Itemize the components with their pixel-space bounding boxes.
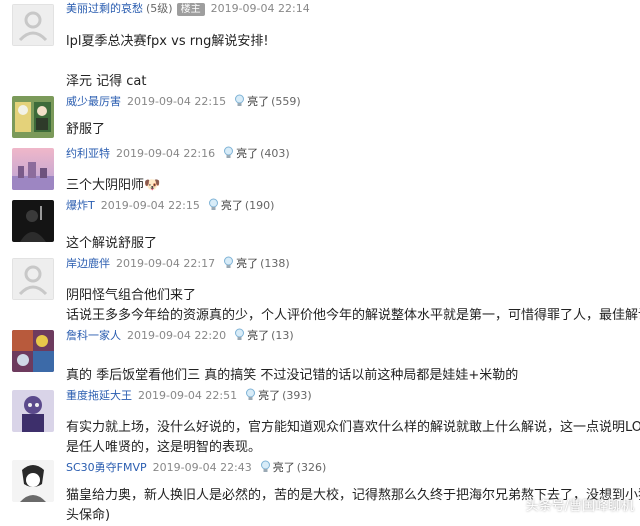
username[interactable]: 岸边鹿伴 xyxy=(66,257,110,270)
post-content: 真的 季后饭堂看他们三 真的搞笑 不过没记错的话以前这种局都是娃娃+米勒的 xyxy=(66,366,518,386)
lightbulb-icon xyxy=(208,198,219,215)
like-button[interactable]: 亮了 (190) xyxy=(208,198,275,215)
op-badge: 楼主 xyxy=(176,3,205,16)
content-line: lpl夏季总决赛fpx vs rng解说安排! xyxy=(66,34,269,49)
content-line: 是任人唯贤的，这是明智的表现。 xyxy=(66,440,262,455)
username[interactable]: 威少最厉害 xyxy=(66,95,121,108)
avatar-dark[interactable] xyxy=(12,200,54,242)
lightbulb-icon xyxy=(260,460,271,477)
like-label: 亮了 xyxy=(220,199,243,212)
post-content: 这个解说舒服了 xyxy=(66,234,157,254)
content-line: 有实力就上场，没什么好说的，官方能知道观众们喜欢什么样的解说就敢上什么解说，这一… xyxy=(66,420,640,435)
content-line: 这个解说舒服了 xyxy=(66,236,158,251)
content-line: 舒服了 xyxy=(66,122,106,137)
post-2: 约利亚特 2019-09-04 22:16 亮了 (403) 三个大阴阳师🐶 xyxy=(0,144,640,196)
user-level: (5级) xyxy=(146,2,173,15)
like-count: (559) xyxy=(271,95,301,108)
post-time: 2019-09-04 22:15 xyxy=(100,199,200,212)
like-button[interactable]: 亮了 (403) xyxy=(223,146,290,163)
like-label: 亮了 xyxy=(247,329,270,342)
lightbulb-icon xyxy=(234,94,245,111)
like-count: (190) xyxy=(244,199,275,212)
like-label: 亮了 xyxy=(247,95,270,108)
post-3: 爆炸T 2019-09-04 22:15 亮了 (190) 这个解说舒服了 xyxy=(0,196,640,252)
like-count: (138) xyxy=(260,257,290,270)
avatar-anime[interactable] xyxy=(12,390,54,432)
lightbulb-icon xyxy=(223,146,234,163)
post-time: 2019-09-04 22:14 xyxy=(210,2,310,15)
avatar-sketch[interactable] xyxy=(12,460,54,502)
username[interactable]: SC30勇夺FMVP xyxy=(66,461,147,474)
post-time: 2019-09-04 22:43 xyxy=(152,461,252,474)
like-button[interactable]: 亮了 (138) xyxy=(223,256,290,273)
like-count: (403) xyxy=(260,147,290,160)
post-7: SC30勇夺FMVP 2019-09-04 22:43 亮了 (326) 猫皇给力奥，… xyxy=(0,458,640,526)
like-button[interactable]: 亮了 (326) xyxy=(260,460,327,477)
avatar-default[interactable] xyxy=(12,258,54,300)
like-label: 亮了 xyxy=(236,257,259,270)
post-time: 2019-09-04 22:51 xyxy=(138,389,238,402)
like-button[interactable]: 亮了 (559) xyxy=(234,94,301,111)
username[interactable]: 重度拖延大王 xyxy=(66,389,132,402)
content-line: 话说王多多今年给的资源真的少，个人评价他今年的解说整体水平就是第一，可惜得罪了人… xyxy=(66,308,640,323)
like-label: 亮了 xyxy=(236,147,259,160)
username[interactable]: 詹科一家人 xyxy=(66,329,121,342)
post-content: 有实力就上场，没什么好说的，官方能知道观众们喜欢什么样的解说就敢上什么解说，这一… xyxy=(66,418,640,458)
post-content: lpl夏季总决赛fpx vs rng解说安排! 泽元 记得 cat xyxy=(66,32,269,92)
post-content: 舒服了 xyxy=(66,120,105,140)
avatar-colorful[interactable] xyxy=(12,330,54,372)
username[interactable]: 约利亚特 xyxy=(66,147,110,160)
content-line xyxy=(66,52,269,72)
avatar-default[interactable] xyxy=(12,4,54,46)
like-count: (393) xyxy=(282,389,312,402)
post-time: 2019-09-04 22:15 xyxy=(127,95,227,108)
avatar-landscape[interactable] xyxy=(12,148,54,190)
like-count: (13) xyxy=(271,329,294,342)
lightbulb-icon xyxy=(223,256,234,273)
post-1: 威少最厉害 2019-09-04 22:15 亮了 (559) 舒服了 xyxy=(0,92,640,144)
post-content: 三个大阴阳师🐶 xyxy=(66,176,160,196)
content-line: 真的 季后饭堂看他们三 真的搞笑 不过没记错的话以前这种局都是娃娃+米勒的 xyxy=(66,368,519,383)
like-label: 亮了 xyxy=(272,461,295,474)
content-line: 阴阳怪气组合他们来了 xyxy=(66,288,197,303)
username[interactable]: 爆炸T xyxy=(66,199,95,212)
lightbulb-icon xyxy=(234,328,245,345)
post-time: 2019-09-04 22:20 xyxy=(127,329,227,342)
lightbulb-icon xyxy=(245,388,256,405)
watermark: 头条号/曹国峰聊机 xyxy=(525,499,634,514)
post-0: 美丽过剩的哀愁 (5级) 楼主 2019-09-04 22:14 lpl夏季总决赛fp… xyxy=(0,0,640,92)
post-4: 岸边鹿伴 2019-09-04 22:17 亮了 (138) 阴阳怪气组合他们来了 话… xyxy=(0,252,640,326)
content-line: 泽元 记得 cat xyxy=(66,74,147,89)
post-content: 阴阳怪气组合他们来了 话说王多多今年给的资源真的少，个人评价他今年的解说整体水平… xyxy=(66,286,640,326)
post-time: 2019-09-04 22:16 xyxy=(116,147,216,160)
avatar-cartoon[interactable] xyxy=(12,96,54,138)
post-time: 2019-09-04 22:17 xyxy=(116,257,216,270)
post-5: 詹科一家人 2019-09-04 22:20 亮了 (13) 真的 季后饭堂看他们三 … xyxy=(0,326,640,386)
username[interactable]: 美丽过剩的哀愁 xyxy=(66,2,143,15)
like-button[interactable]: 亮了 (13) xyxy=(234,328,294,345)
content-line: 三个大阴阳师🐶 xyxy=(66,178,161,193)
like-count: (326) xyxy=(296,461,327,474)
post-6: 重度拖延大王 2019-09-04 22:51 亮了 (393) 有实力就上场，没什么… xyxy=(0,386,640,458)
like-button[interactable]: 亮了 (393) xyxy=(245,388,312,405)
like-label: 亮了 xyxy=(258,389,281,402)
